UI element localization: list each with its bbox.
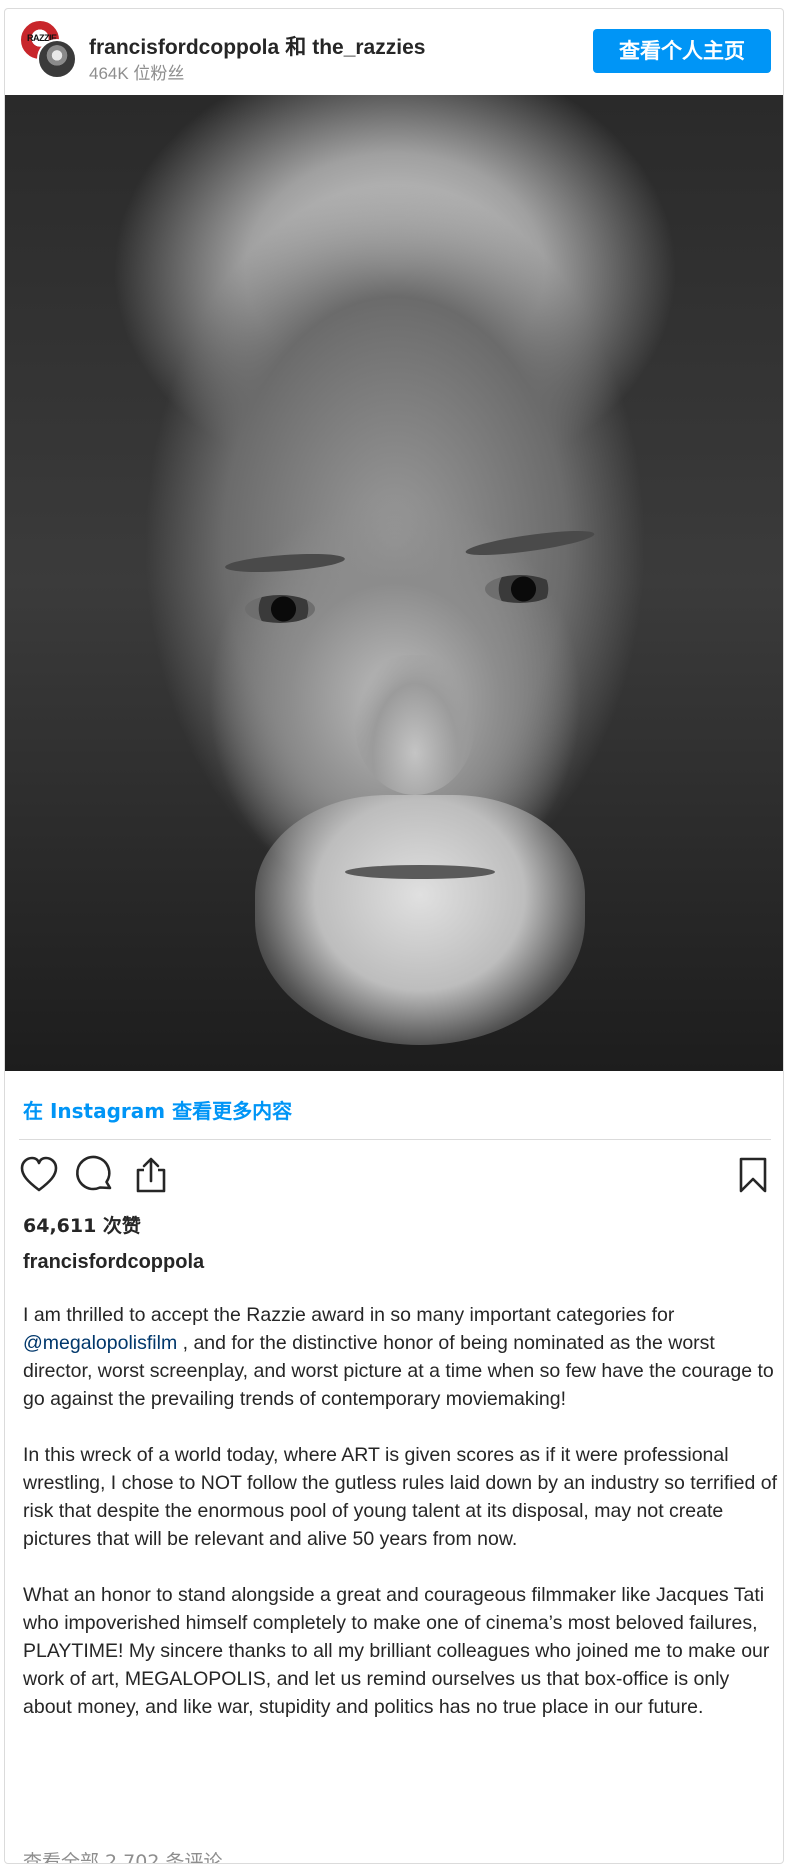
username-link[interactable]: francisfordcoppola — [89, 36, 279, 59]
photo-left-brow — [224, 550, 346, 576]
caption-author[interactable]: francisfordcoppola — [23, 1251, 204, 1274]
photo-right-brow — [464, 526, 596, 560]
post-caption: I am thrilled to accept the Razzie award… — [23, 1301, 779, 1749]
heart-icon — [20, 1156, 58, 1192]
comment-icon — [76, 1155, 112, 1191]
view-more-on-instagram-link[interactable]: 在 Instagram 查看更多内容 — [23, 1095, 292, 1124]
account-names: francisfordcoppola 和 the_razzies — [89, 31, 425, 61]
conjunction-text: 和 — [285, 36, 307, 59]
photo-right-eye — [485, 575, 555, 603]
photo-nose-shading — [355, 655, 475, 795]
caption-paragraph-3: What an honor to stand alongside a great… — [23, 1584, 770, 1718]
photo-left-eye — [245, 595, 315, 623]
caption-p1-text-before: I am thrilled to accept the Razzie award… — [23, 1304, 675, 1326]
follower-count: 464K 位粉丝 — [89, 64, 185, 83]
share-icon — [136, 1157, 166, 1193]
caption-paragraph-1: I am thrilled to accept the Razzie award… — [23, 1301, 779, 1413]
mention-link[interactable]: @megalopolisfilm — [23, 1332, 177, 1354]
coppola-avatar[interactable] — [37, 39, 77, 79]
divider — [19, 1139, 771, 1140]
share-button[interactable] — [131, 1155, 171, 1195]
like-count[interactable]: 64,611 次赞 — [23, 1211, 141, 1238]
view-profile-button[interactable]: 查看个人主页 — [593, 29, 771, 73]
bookmark-icon — [739, 1157, 767, 1193]
photo-beard-shading — [255, 795, 585, 1045]
photo-mouth — [345, 865, 495, 879]
like-button[interactable] — [19, 1155, 59, 1195]
post-header: RAZZIE francisfordcoppola 和 the_razzies 46… — [5, 9, 783, 91]
view-all-comments-link[interactable]: 查看全部 2,702 条评论 — [23, 1847, 222, 1863]
caption-paragraph-2: In this wreck of a world today, where AR… — [23, 1444, 777, 1550]
avatar-stack[interactable]: RAZZIE — [19, 19, 81, 81]
save-button[interactable] — [733, 1155, 773, 1195]
instagram-embed-card: RAZZIE francisfordcoppola 和 the_razzies 46… — [4, 8, 784, 1864]
collaborator-link[interactable]: the_razzies — [312, 36, 425, 59]
post-photo[interactable] — [5, 95, 783, 1071]
comment-button[interactable] — [75, 1155, 115, 1195]
